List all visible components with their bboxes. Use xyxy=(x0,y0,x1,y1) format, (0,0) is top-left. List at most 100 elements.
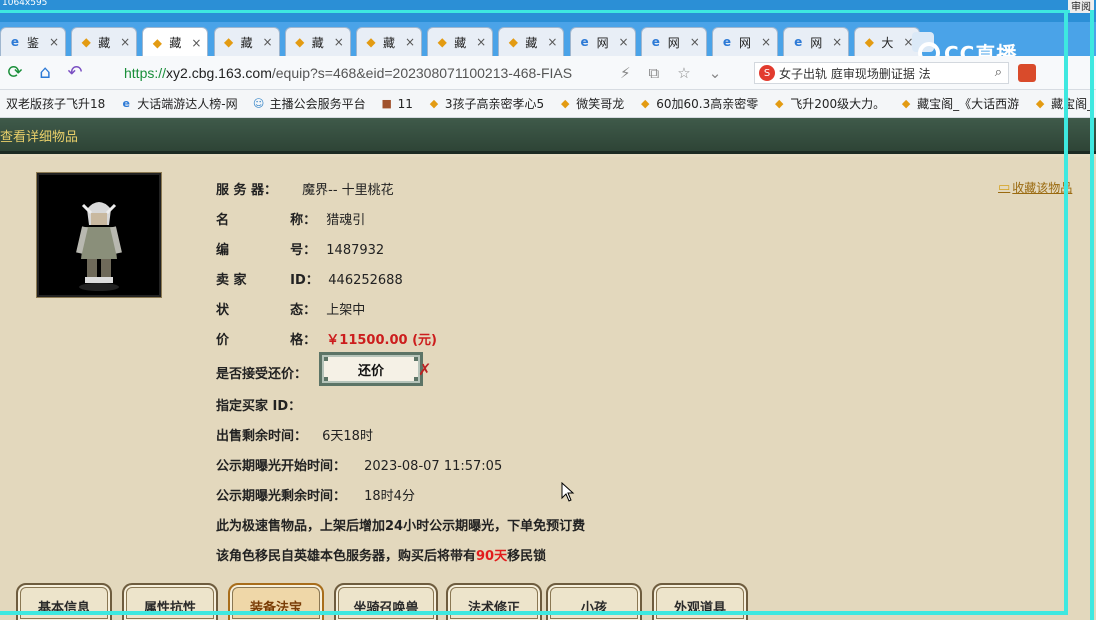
chick-icon: ◆ xyxy=(152,35,162,50)
bookmark-label: 大话端游达人榜-网 xyxy=(137,97,238,111)
close-icon[interactable]: × xyxy=(334,35,344,49)
detail-tab-label: 法术修正 xyxy=(467,601,520,616)
counter-offer-x-icon: ✗ xyxy=(418,360,432,379)
tab-label: 大 xyxy=(881,35,894,50)
chick-icon: ◆ xyxy=(223,35,234,49)
browser-tab[interactable]: ◆ 藏 × xyxy=(71,27,138,56)
chick-icon: ◆ xyxy=(508,35,518,49)
public-start-value: 2023-08-07 11:57:05 xyxy=(364,459,503,474)
chick-icon: ◆ xyxy=(864,35,874,49)
bookmark-item[interactable]: e 大话端游达人榜-网 xyxy=(119,95,238,112)
undo-icon[interactable]: ↶ xyxy=(60,62,90,83)
close-icon[interactable]: × xyxy=(191,36,201,50)
bookmark-item[interactable]: ☺ 主播公会服务平台 xyxy=(252,95,366,112)
share-icon[interactable]: ⧉ xyxy=(649,64,660,82)
chick-icon: ◆ xyxy=(640,97,650,110)
extension-icon[interactable] xyxy=(1018,64,1036,82)
close-icon[interactable]: × xyxy=(405,35,415,49)
server-label: 服 务 器： xyxy=(216,183,278,198)
resolution-label: 1064x595 xyxy=(2,0,48,8)
chick-icon: ◆ xyxy=(429,97,439,110)
overlay-frame-edge xyxy=(1090,10,1094,620)
favorite-link[interactable]: ▭ 收藏该物品 xyxy=(998,179,1072,196)
status-row: 状 态： 上架中 xyxy=(216,303,366,318)
bookmark-item[interactable]: 双老版孩子飞升18 xyxy=(6,95,105,112)
bookmark-item[interactable]: ◆ 藏宝阁_《大话西游 xyxy=(899,95,1019,112)
overlay-frame-top xyxy=(0,10,1070,13)
remain-value: 6天18时 xyxy=(322,429,373,444)
close-icon[interactable]: × xyxy=(619,35,629,49)
browser-tab[interactable]: e 网 × xyxy=(569,27,636,56)
refresh-icon[interactable]: ⟳ xyxy=(0,62,30,83)
search-input[interactable]: S 女子出轨 庭审现场删证据 法 ⌕ xyxy=(754,62,1009,84)
address-bar: ⟳ ⌂ ↶ https://xy2.cbg.163.com/equip?s=46… xyxy=(0,56,1096,90)
tab-label: 藏 xyxy=(454,35,467,50)
close-icon[interactable]: × xyxy=(120,35,130,49)
chevron-down-icon[interactable]: ⌄ xyxy=(709,64,722,82)
price-row: 价 格： ￥11500.00 (元) xyxy=(216,333,437,348)
bookmark-label: 藏宝阁_ xyxy=(1051,97,1094,111)
home-icon[interactable]: ⌂ xyxy=(30,62,60,83)
browser-tab[interactable]: e 网 × xyxy=(640,27,707,56)
close-icon[interactable]: × xyxy=(761,35,771,49)
chick-icon: ◆ xyxy=(560,97,570,110)
page-header: 查看详细物品 xyxy=(0,118,1096,154)
id-row: 编 号： 1487932 xyxy=(216,243,385,258)
bookmark-label: 藏宝阁_《大话西游 xyxy=(917,97,1020,111)
browser-tab[interactable]: ◆ 藏 × xyxy=(498,27,565,56)
public-start-row: 公示期曝光开始时间： 2023-08-07 11:57:05 xyxy=(216,459,503,474)
browser-tab[interactable]: ◆ 大 × xyxy=(854,27,921,56)
name-value: 猎魂引 xyxy=(326,213,366,228)
tab-label: 网 xyxy=(667,35,680,50)
browser-tab[interactable]: e 网 × xyxy=(783,27,850,56)
ie-icon: e xyxy=(580,35,589,49)
close-icon[interactable]: × xyxy=(476,35,486,49)
public-remain-value: 18时4分 xyxy=(364,489,415,504)
close-icon[interactable]: × xyxy=(547,35,557,49)
close-icon[interactable]: × xyxy=(690,35,700,49)
bookmark-item[interactable]: ■ 11 xyxy=(380,97,412,111)
bookmark-item[interactable]: ◆ 飞升200级大力。 xyxy=(772,95,885,112)
counter-offer-button[interactable]: 还价 xyxy=(319,352,423,386)
browser-tab[interactable]: ◆ 藏 × xyxy=(213,27,280,56)
ie-icon: e xyxy=(722,35,732,49)
tab-label: 藏 xyxy=(169,36,182,50)
star-icon[interactable]: ☆ xyxy=(677,64,690,82)
tab-label: 藏 xyxy=(98,35,111,50)
close-icon[interactable]: × xyxy=(832,35,842,49)
bookmark-item[interactable]: ◆ 60加60.3高亲密零 xyxy=(638,95,758,112)
tab-label: 网 xyxy=(810,35,823,50)
close-icon[interactable]: × xyxy=(49,35,59,49)
close-icon[interactable]: × xyxy=(263,35,273,49)
notice-migration: 该角色移民自英雄本色服务器，购买后将带有90天移民锁 xyxy=(216,549,547,564)
browser-tab[interactable]: ◆ 藏 × xyxy=(427,27,494,56)
bookmark-label: 微笑哥龙 xyxy=(576,97,625,111)
browser-tab[interactable]: ◆ 藏 × xyxy=(356,27,422,56)
lightning-icon[interactable]: ⚡ xyxy=(620,64,631,82)
overlay-frame-bottom xyxy=(0,611,1068,615)
buyer-row: 指定买家 ID： xyxy=(216,395,301,414)
counter-offer-label: 是否接受还价： xyxy=(216,367,308,382)
ie-icon: e xyxy=(651,35,660,49)
status-value: 上架中 xyxy=(326,303,366,318)
browser-tab[interactable]: ◆ 藏 × xyxy=(142,27,209,57)
detail-tab-label: 基本信息 xyxy=(37,601,90,616)
id-value: 1487932 xyxy=(326,243,385,258)
url-field[interactable]: https://xy2.cbg.163.com/equip?s=468&eid=… xyxy=(124,65,604,81)
detail-tab-label: 装备法宝 xyxy=(249,601,302,616)
detail-tab-label: 小孩 xyxy=(580,601,607,616)
browser-tab[interactable]: ◆ 藏 × xyxy=(284,27,351,56)
detail-tab-label: 属性抗性 xyxy=(143,601,196,616)
tab-label: 藏 xyxy=(383,35,396,50)
counter-offer-row: 是否接受还价： xyxy=(216,363,307,382)
bookmark-item[interactable]: ◆ 微笑哥龙 xyxy=(558,95,624,112)
chick-icon: ◆ xyxy=(437,35,447,49)
bookmark-label: 3孩子高亲密孝心5 xyxy=(444,97,545,111)
ie-icon: e xyxy=(794,35,803,49)
browser-tab[interactable]: e 鉴 × xyxy=(0,27,66,56)
seller-row: 卖 家 ID： 446252688 xyxy=(216,273,403,288)
bookmark-item[interactable]: ◆ 3孩子高亲密孝心5 xyxy=(427,95,545,112)
chick-icon: ◆ xyxy=(1035,97,1045,110)
search-icon[interactable]: ⌕ xyxy=(995,65,1002,80)
browser-tab[interactable]: e 网 × xyxy=(712,27,778,56)
